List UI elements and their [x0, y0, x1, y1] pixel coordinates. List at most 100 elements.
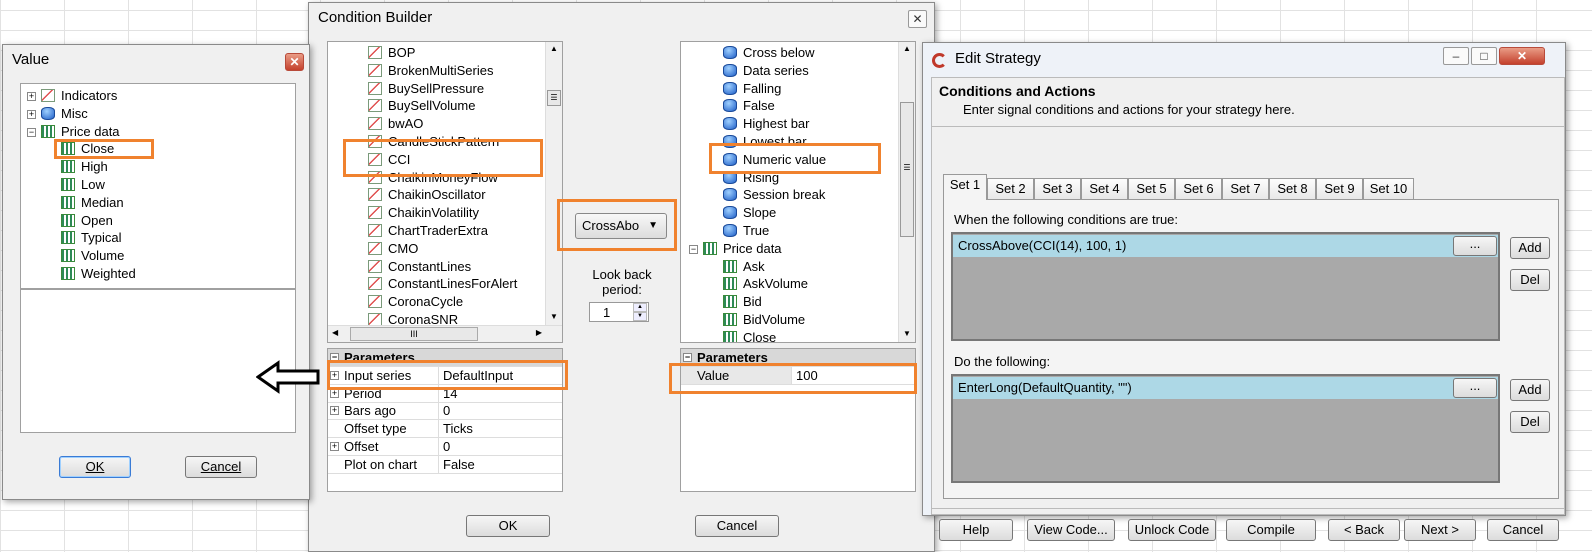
indicator-item[interactable]: BuySellPressure — [368, 80, 484, 98]
tab-set-9[interactable]: Set 9 — [1316, 178, 1363, 200]
action-row[interactable]: EnterLong(DefaultQuantity, "") ... — [953, 377, 1498, 399]
footer-button-compile[interactable]: Compile — [1226, 519, 1316, 541]
footer-button-cancel[interactable]: Cancel — [1487, 519, 1559, 541]
scroll-thumb[interactable]: III — [350, 327, 478, 341]
value-type-item[interactable]: Bid — [723, 293, 762, 311]
indicator-item[interactable]: BuySellVolume — [368, 97, 475, 115]
value-type-list[interactable]: Cross below Data series Falling False Highes… — [680, 41, 916, 343]
tree-item[interactable]: Open — [61, 212, 113, 230]
value-type-item[interactable]: Ask — [723, 258, 765, 276]
db-icon — [723, 46, 737, 59]
expand-icon[interactable]: + — [27, 92, 36, 101]
value-type-item[interactable]: Data series — [723, 62, 809, 80]
value-type-item[interactable]: Close — [723, 329, 776, 342]
expand-icon[interactable]: − — [27, 127, 36, 137]
footer-button-next[interactable]: Next > — [1404, 519, 1476, 541]
tree-item[interactable]: Low — [61, 176, 105, 194]
footer-button-help[interactable]: Help — [939, 519, 1013, 541]
tab-set-5[interactable]: Set 5 — [1128, 178, 1175, 200]
edit-condition-button[interactable]: ... — [1453, 236, 1497, 256]
value-type-item[interactable]: Highest bar — [723, 115, 809, 133]
value-type-item[interactable]: − Price data — [689, 240, 782, 258]
tab-set-1[interactable]: Set 1 — [943, 174, 987, 200]
del-action-button[interactable]: Del — [1510, 411, 1550, 433]
indicator-list[interactable]: BOP BrokenMultiSeries BuySellPressure BuySe… — [327, 41, 563, 343]
chart-icon — [368, 206, 382, 220]
condition-row[interactable]: CrossAbove(CCI(14), 100, 1) ... — [953, 235, 1498, 257]
cancel-button[interactable]: Cancel — [185, 456, 257, 478]
add-condition-button[interactable]: Add — [1510, 237, 1550, 259]
tab-set-8[interactable]: Set 8 — [1269, 178, 1316, 200]
cancel-button[interactable]: Cancel — [695, 515, 779, 537]
indicator-item[interactable]: ConstantLines — [368, 258, 471, 276]
param-row[interactable]: Offset type Ticks — [328, 420, 562, 439]
indicator-item[interactable]: ConstantLinesForAlert — [368, 275, 517, 293]
indicator-item[interactable]: bwAO — [368, 115, 423, 133]
vertical-scrollbar[interactable]: ▲ ☰ ▼ — [898, 42, 915, 342]
indicator-item[interactable]: ChaikinVolatility — [368, 204, 479, 222]
tab-set-6[interactable]: Set 6 — [1175, 178, 1222, 200]
vertical-scrollbar[interactable]: ▲ ☰ ▼ — [545, 42, 562, 325]
expand-icon[interactable]: − — [689, 244, 698, 254]
chart-icon — [368, 224, 382, 237]
tree-item[interactable]: + Indicators — [27, 87, 117, 105]
value-type-item[interactable]: Cross below — [723, 44, 815, 62]
close-icon[interactable]: ✕ — [908, 10, 927, 28]
param-row[interactable]: + Offset 0 — [328, 438, 562, 456]
value-tree[interactable]: + Indicators + Misc − Price data Close High Low M… — [20, 83, 296, 289]
indicator-item[interactable]: BOP — [368, 44, 415, 62]
value-parameters[interactable] — [20, 289, 296, 433]
edit-action-button[interactable]: ... — [1453, 378, 1497, 398]
value-type-item[interactable]: AskVolume — [723, 275, 808, 293]
tab-set-2[interactable]: Set 2 — [987, 178, 1034, 200]
close-icon[interactable]: ✕ — [285, 53, 304, 71]
lookback-input[interactable]: 1 ▲ ▼ — [589, 302, 649, 322]
expand-icon[interactable]: + — [27, 109, 36, 119]
tab-set-4[interactable]: Set 4 — [1081, 178, 1128, 200]
value-type-item[interactable]: BidVolume — [723, 311, 805, 329]
tree-item[interactable]: High — [61, 158, 108, 176]
param-row[interactable]: + Bars ago 0 — [328, 402, 562, 421]
ok-button[interactable]: OK — [59, 456, 131, 478]
value-type-item[interactable]: Slope — [723, 204, 776, 222]
spin-up-icon[interactable]: ▲ — [633, 303, 647, 312]
indicator-item[interactable]: CMO — [368, 240, 418, 258]
tree-item[interactable]: Weighted — [61, 265, 136, 283]
value-type-item[interactable]: Falling — [723, 80, 781, 98]
indicator-item[interactable]: BrokenMultiSeries — [368, 62, 494, 80]
indicator-item[interactable]: ChartTraderExtra — [368, 222, 488, 240]
value-type-item[interactable]: Session break — [723, 186, 825, 204]
tree-item[interactable]: − Price data — [27, 123, 120, 141]
param-row[interactable]: Plot on chart False — [328, 455, 562, 474]
del-condition-button[interactable]: Del — [1510, 269, 1550, 291]
tab-set-10[interactable]: Set 10 — [1363, 178, 1414, 200]
add-action-button[interactable]: Add — [1510, 379, 1550, 401]
maximize-icon[interactable]: □ — [1471, 47, 1497, 65]
close-icon[interactable]: ✕ — [1499, 47, 1545, 65]
tab-set-3[interactable]: Set 3 — [1034, 178, 1081, 200]
ok-button[interactable]: OK — [466, 515, 550, 537]
chart-icon — [368, 241, 382, 255]
tree-item[interactable]: + Misc — [27, 105, 88, 123]
expand-icon[interactable]: + — [330, 406, 339, 416]
indicator-item[interactable]: ChaikinOscillator — [368, 186, 486, 204]
chart-icon — [368, 81, 382, 95]
actions-list[interactable]: EnterLong(DefaultQuantity, "") ... — [951, 374, 1500, 483]
db-icon — [723, 188, 737, 202]
tree-item[interactable]: Typical — [61, 229, 121, 247]
expand-icon[interactable]: + — [330, 442, 339, 451]
tab-set-7[interactable]: Set 7 — [1222, 178, 1269, 200]
spin-down-icon[interactable]: ▼ — [633, 312, 647, 321]
horizontal-scrollbar[interactable]: ◀ III ▶ — [328, 325, 562, 342]
footer-button-unlock-code[interactable]: Unlock Code — [1128, 519, 1216, 541]
value-type-item[interactable]: False — [723, 97, 775, 115]
indicator-item[interactable]: CoronaCycle — [368, 293, 463, 311]
tree-item[interactable]: Volume — [61, 247, 124, 265]
minimize-icon[interactable]: – — [1443, 47, 1469, 65]
value-type-item[interactable]: True — [723, 222, 769, 240]
tree-item[interactable]: Median — [61, 194, 124, 212]
footer-button-view-code[interactable]: View Code... — [1027, 519, 1115, 541]
footer-button-back[interactable]: < Back — [1328, 519, 1400, 541]
conditions-label: When the following conditions are true: — [954, 212, 1179, 227]
conditions-list[interactable]: CrossAbove(CCI(14), 100, 1) ... — [951, 232, 1500, 341]
